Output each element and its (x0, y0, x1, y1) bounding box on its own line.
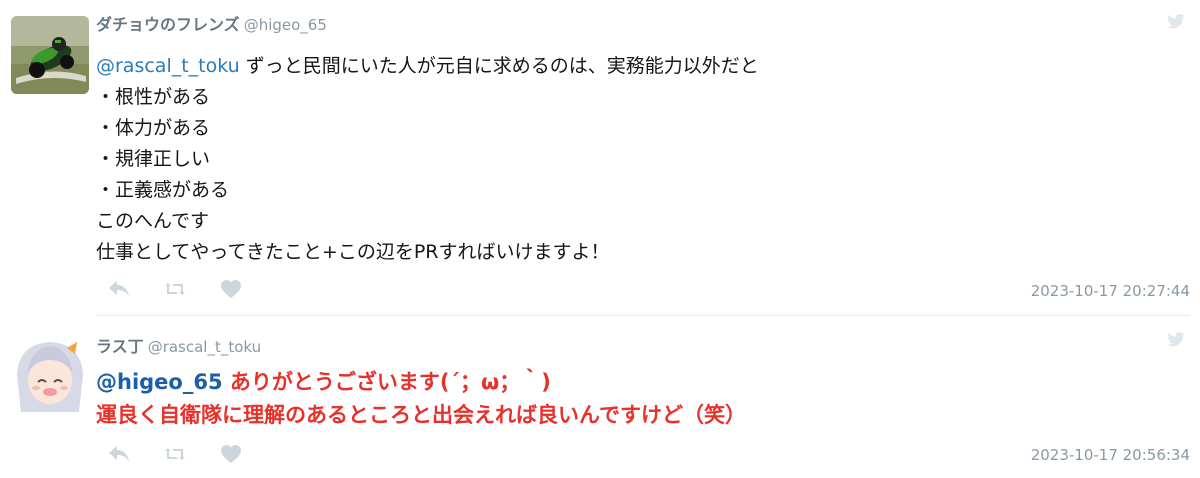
twitter-bird-icon[interactable] (1166, 332, 1186, 348)
display-name[interactable]: ラス丁 (96, 337, 144, 356)
timestamp[interactable]: 2023-10-17 20:27:44 (1031, 282, 1190, 300)
mention-link[interactable]: @higeo_65 (96, 370, 223, 394)
tweet-header: ラス丁 @rascal_t_toku (96, 333, 261, 357)
user-handle[interactable]: @rascal_t_toku (148, 338, 261, 356)
tweet-text-line: 仕事としてやってきたこと+この辺をPRすればいけますよ！ (96, 241, 610, 263)
divider (96, 315, 1190, 316)
reply-icon (109, 446, 129, 462)
tweet-actions (108, 443, 276, 465)
reply-icon (109, 281, 129, 297)
display-name[interactable]: ダチョウのフレンズ (96, 15, 240, 34)
tweet-text: @rascal_t_toku ずっと民間にいた人が元自に求めるのは、実務能力以外… (96, 51, 759, 268)
anime-girl-avatar-icon (11, 334, 89, 412)
tweet-text-line: このへんです (96, 210, 210, 232)
avatar[interactable] (11, 16, 89, 94)
tweet-header: ダチョウのフレンズ @higeo_65 (96, 11, 327, 35)
like-icon (221, 280, 241, 298)
avatar[interactable] (11, 334, 89, 412)
like-button[interactable] (220, 278, 276, 300)
tweet-text: @higeo_65 ありがとうございます(´；ω；｀) 運良く自衛隊に理解のある… (96, 366, 746, 432)
tweet-text-line: 運良く自衛隊に理解のあるところと出会えれば良いんですけど（笑） (96, 403, 746, 427)
retweet-button[interactable] (164, 278, 220, 300)
tweet-text-line: ずっと民間にいた人が元自に求めるのは、実務能力以外だと (239, 55, 759, 77)
tweet-actions (108, 278, 276, 300)
tweet-text-line: ・体力がある (96, 117, 211, 139)
tweet-text-line: ・根性がある (96, 86, 211, 108)
like-icon (221, 445, 241, 463)
tweet-text-line: ・規律正しい (96, 148, 211, 170)
tweet: ダチョウのフレンズ @higeo_65 @rascal_t_toku ずっと民間に… (0, 0, 1200, 314)
tweet: ラス丁 @rascal_t_toku @higeo_65 ありがとうございます(´… (0, 318, 1200, 478)
retweet-icon (165, 448, 185, 460)
user-handle[interactable]: @higeo_65 (244, 16, 327, 34)
timestamp[interactable]: 2023-10-17 20:56:34 (1031, 446, 1190, 464)
twitter-bird-icon[interactable] (1166, 14, 1186, 30)
retweet-icon (165, 283, 185, 295)
reply-button[interactable] (108, 443, 164, 465)
reply-button[interactable] (108, 278, 164, 300)
like-button[interactable] (220, 443, 276, 465)
tweet-text-line: ・正義感がある (96, 179, 230, 201)
tweet-text-line: ありがとうございます(´；ω；｀) (222, 370, 551, 394)
mention-link[interactable]: @rascal_t_toku (96, 55, 240, 77)
retweet-button[interactable] (164, 443, 220, 465)
motorcycle-racer-avatar-icon (11, 16, 89, 94)
